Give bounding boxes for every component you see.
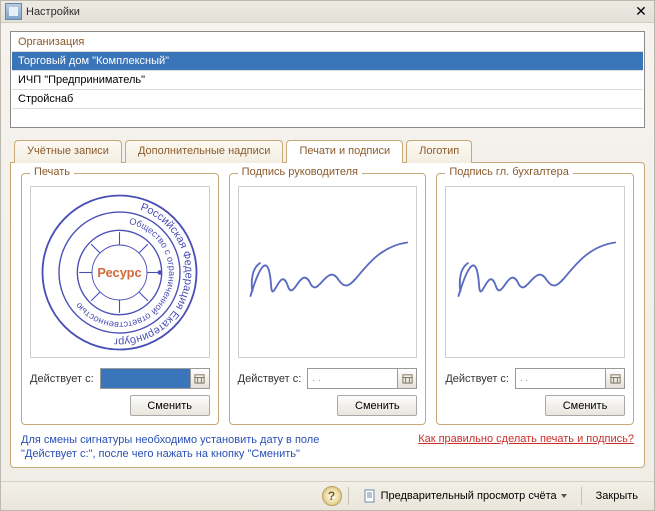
seal-change-button[interactable]: Сменить <box>130 395 210 416</box>
calendar-icon[interactable] <box>605 369 624 388</box>
org-row-empty <box>12 108 643 126</box>
close-label: Закрыть <box>596 490 638 502</box>
content-area: Организация Торговый дом "Комплексный" И… <box>1 23 654 468</box>
manager-change-button[interactable]: Сменить <box>337 395 417 416</box>
calendar-icon[interactable] <box>190 369 209 388</box>
org-row[interactable]: Торговый дом "Комплексный" <box>12 51 643 70</box>
manager-date-row: Действует с: . . <box>238 368 418 389</box>
accountant-date-input[interactable]: . . <box>515 368 625 389</box>
tab-strip: Учётные записи Дополнительные надписи Пе… <box>10 139 645 162</box>
titlebar: Настройки ✕ <box>1 1 654 23</box>
accountant-signature-image <box>445 186 625 358</box>
accountant-signature-legend: Подпись гл. бухгалтера <box>445 166 573 178</box>
seal-legend: Печать <box>30 166 74 178</box>
manager-date-label: Действует с: <box>238 373 302 385</box>
separator <box>348 487 349 505</box>
document-icon <box>363 489 377 503</box>
org-row[interactable]: Стройснаб <box>12 89 643 108</box>
accountant-date-label: Действует с: <box>445 373 509 385</box>
manager-date-value: . . <box>308 373 397 384</box>
window-title: Настройки <box>26 6 632 18</box>
help-icon[interactable]: ? <box>322 486 342 506</box>
close-button[interactable]: Закрыть <box>588 486 646 506</box>
seal-graphic: Российская Федерация Екатеринбург Общест… <box>37 190 202 355</box>
accountant-date-row: Действует с: . . <box>445 368 625 389</box>
hint-text: Для смены сигнатуры необходимо установит… <box>21 433 319 461</box>
manager-signature-legend: Подпись руководителя <box>238 166 362 178</box>
signature-row: Печать Российская Федерация Екатерин <box>21 173 634 425</box>
close-icon[interactable]: ✕ <box>632 3 650 21</box>
seal-date-input[interactable] <box>100 368 210 389</box>
org-row[interactable]: ИЧП "Предприниматель" <box>12 70 643 89</box>
seal-date-row: Действует с: <box>30 368 210 389</box>
app-icon <box>5 3 22 20</box>
preview-label: Предварительный просмотр счёта <box>381 490 557 502</box>
accountant-signature-group: Подпись гл. бухгалтера Действует с: . . <box>436 173 634 425</box>
tab-page: Печать Российская Федерация Екатерин <box>10 162 645 468</box>
preview-button[interactable]: Предварительный просмотр счёта <box>355 486 575 506</box>
statusbar: ? Предварительный просмотр счёта Закрыть <box>1 481 654 510</box>
help-link[interactable]: Как правильно сделать печать и подпись? <box>418 433 634 445</box>
seal-date-label: Действует с: <box>30 373 94 385</box>
tab-accounts[interactable]: Учётные записи <box>14 140 122 163</box>
manager-signature-group: Подпись руководителя Действует с: . . <box>229 173 427 425</box>
tab-extra-labels[interactable]: Дополнительные надписи <box>125 140 284 163</box>
accountant-date-value: . . <box>516 373 605 384</box>
chevron-down-icon <box>561 494 567 498</box>
settings-window: Настройки ✕ Организация Торговый дом "Ко… <box>0 0 655 511</box>
manager-date-input[interactable]: . . <box>307 368 417 389</box>
org-list-header: Организация <box>12 33 643 51</box>
signature-graphic <box>243 235 412 310</box>
tab-seals-signatures[interactable]: Печати и подписи <box>286 140 403 163</box>
signature-graphic <box>451 235 620 310</box>
tab-logo[interactable]: Логотип <box>406 140 472 163</box>
hint-line1: Для смены сигнатуры необходимо установит… <box>21 434 319 446</box>
separator <box>581 487 582 505</box>
hints-row: Для смены сигнатуры необходимо установит… <box>21 425 634 461</box>
organization-list: Организация Торговый дом "Комплексный" И… <box>10 31 645 128</box>
svg-text:Ресурс: Ресурс <box>98 265 142 280</box>
seal-group: Печать Российская Федерация Екатерин <box>21 173 219 425</box>
hint-line2: "Действует с:", после чего нажать на кно… <box>21 448 300 460</box>
calendar-icon[interactable] <box>397 369 416 388</box>
manager-signature-image <box>238 186 418 358</box>
accountant-change-button[interactable]: Сменить <box>545 395 625 416</box>
seal-image: Российская Федерация Екатеринбург Общест… <box>30 186 210 358</box>
